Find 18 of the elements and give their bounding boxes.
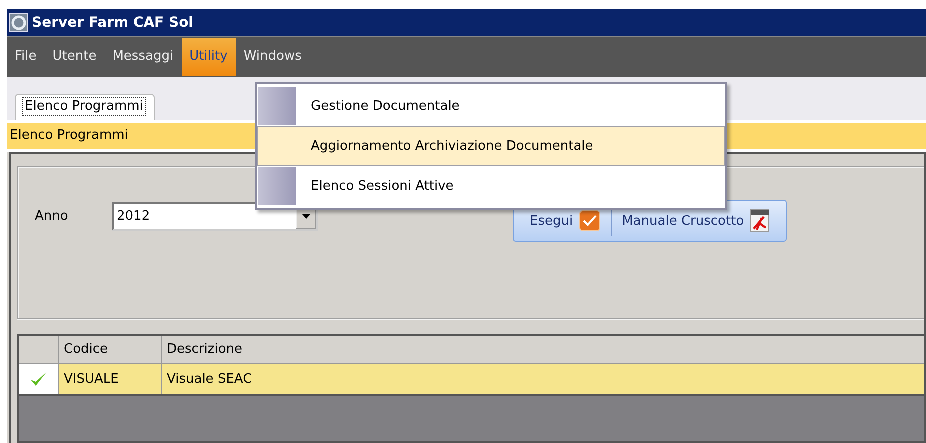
menu-item[interactable]: Utente [44, 38, 105, 76]
column-header: Codice [59, 336, 162, 363]
menu-item[interactable]: Windows [236, 38, 310, 76]
run-button[interactable]: Esegui [520, 210, 612, 232]
field-label: Anno [35, 208, 70, 224]
table-cell-text: Visuale SEAC [166, 370, 254, 388]
app-icon [9, 12, 29, 32]
window-title: Server Farm CAF Sol [32, 14, 194, 30]
pdf-icon [750, 209, 770, 233]
table-row[interactable]: VISUALE Visuale SEAC [19, 364, 924, 394]
menu-item[interactable]: File [7, 38, 45, 76]
column-header: Descrizione [166, 341, 244, 359]
menu-item[interactable]: Aggiornamento Archiviazione Documentale [257, 126, 725, 166]
menu-item[interactable]: Utility [182, 38, 236, 76]
menu-item[interactable]: Messaggi [104, 38, 182, 76]
year-dropdown[interactable]: 2012 [112, 202, 318, 230]
tab[interactable]: Elenco Programmi [15, 94, 156, 120]
dropdown-arrow-icon [302, 214, 310, 218]
